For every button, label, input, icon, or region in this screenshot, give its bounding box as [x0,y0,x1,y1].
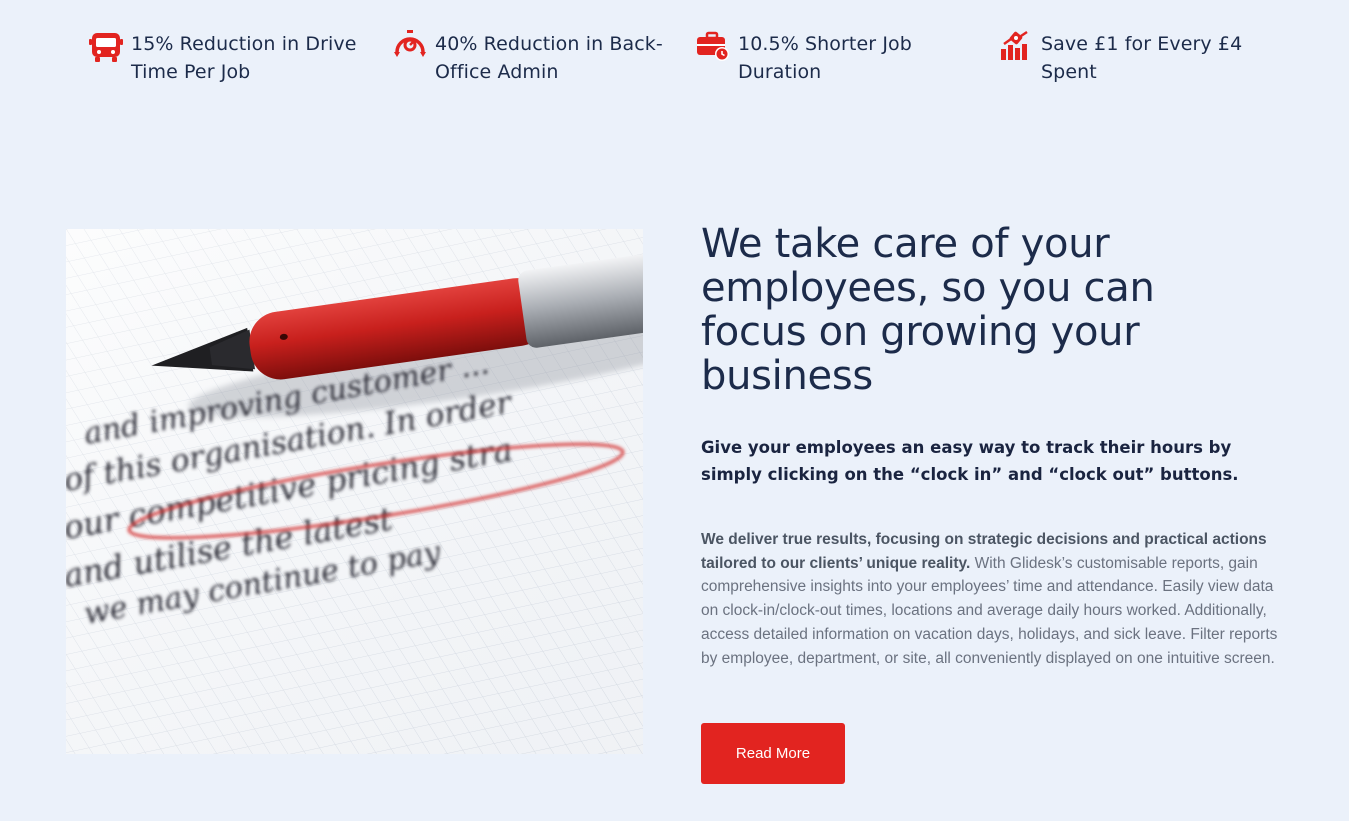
stat-admin: 40% Reduction in Back-Office Admin [393,30,683,86]
content-column: We take care of your employees, so you c… [701,222,1301,670]
timer-icon [393,30,427,66]
briefcase-clock-icon [696,30,730,66]
chart-savings-icon [999,30,1033,66]
stat-label: 15% Reduction in Drive Time Per Job [131,33,357,83]
stat-drive-time: 15% Reduction in Drive Time Per Job [89,30,379,86]
hero-image-pen-on-paper: and improving customer ... of this organ… [66,229,643,754]
stats-bar: 15% Reduction in Drive Time Per Job 40% … [0,0,1349,120]
stat-label: 40% Reduction in Back-Office Admin [435,33,663,83]
bus-icon [89,30,123,66]
body-paragraph: We deliver true results, focusing on str… [701,528,1281,670]
page-headline: We take care of your employees, so you c… [701,221,1155,399]
stat-job-duration: 10.5% Shorter Job Duration [696,30,986,86]
stat-label: 10.5% Shorter Job Duration [738,33,912,83]
stat-label: Save £1 for Every £4 Spent [1041,33,1243,83]
read-more-button[interactable]: Read More [701,723,845,784]
subheading: Give your employees an easy way to track… [701,438,1239,484]
stat-savings: Save £1 for Every £4 Spent [999,30,1289,86]
